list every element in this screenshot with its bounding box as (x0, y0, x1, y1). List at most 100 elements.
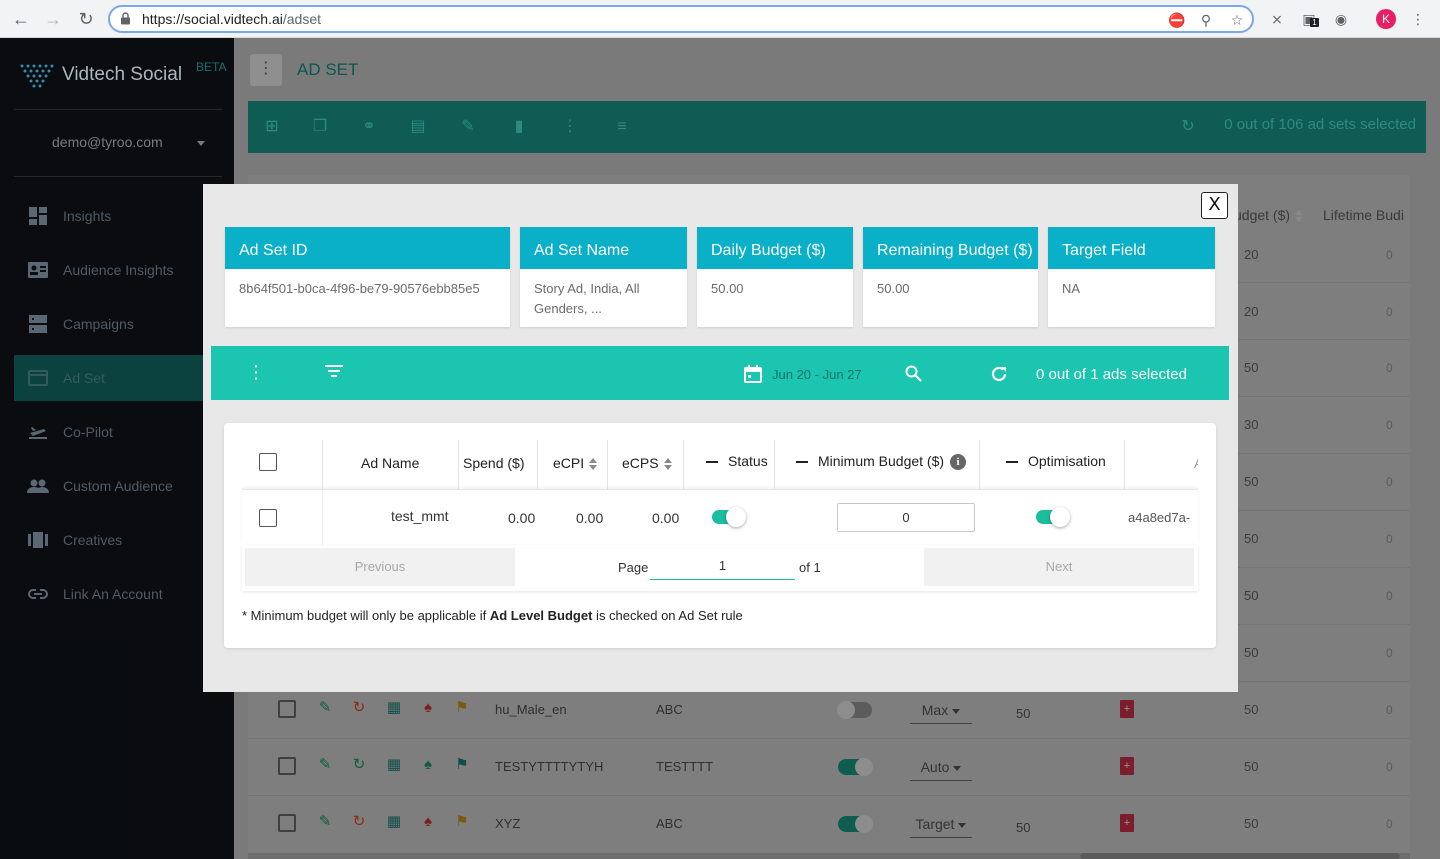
insights-icon[interactable]: ▦ (385, 756, 403, 774)
bid-strategy-select[interactable]: Max (910, 702, 972, 724)
info-card-daily-budget: Daily Budget ($) 50.00 (697, 227, 853, 327)
select-all-checkbox[interactable] (259, 453, 277, 471)
refresh-icon[interactable] (990, 365, 1008, 383)
info-icon[interactable]: i (950, 454, 967, 471)
column-header-ecps[interactable]: eCPS (622, 455, 672, 471)
bookmark-star-icon[interactable]: ☆ (1229, 12, 1245, 28)
sync-icon[interactable]: ↻ (350, 699, 368, 717)
sort-icon[interactable] (589, 458, 598, 471)
document-icon[interactable]: + (1120, 757, 1134, 775)
document-icon[interactable]: + (1120, 814, 1134, 832)
flag-icon[interactable]: ⚑ (453, 756, 471, 774)
row-checkbox[interactable] (278, 814, 296, 832)
sync-icon[interactable]: ↻ (350, 813, 368, 831)
status-toggle[interactable] (712, 507, 746, 527)
bell-icon[interactable]: ♠ (419, 756, 437, 774)
horizontal-scrollbar[interactable] (248, 853, 1410, 859)
reload-icon[interactable]: ↻ (76, 9, 96, 29)
close-button[interactable]: X (1201, 192, 1228, 219)
bell-icon[interactable]: ♠ (419, 699, 437, 717)
more-vert-icon[interactable]: ⋮ (559, 116, 581, 138)
column-divider (979, 440, 980, 490)
column-header-spend[interactable]: Spend ($) (463, 455, 524, 471)
edit-icon[interactable]: ✎ (316, 756, 334, 774)
copy-icon[interactable]: ❐ (309, 116, 331, 138)
column-header-ad-name[interactable]: Ad Name (361, 455, 419, 471)
sync-icon[interactable]: ↻ (350, 756, 368, 774)
column-header-lifetime-budget[interactable]: Lifetime Budi (1323, 207, 1410, 223)
optimisation-toggle[interactable] (1036, 507, 1070, 527)
zoom-icon[interactable]: ⚲ (1198, 12, 1214, 28)
card-heading: Ad Set ID (225, 227, 510, 269)
adset-name[interactable]: XYZ (495, 816, 520, 831)
row-checkbox[interactable] (259, 509, 277, 527)
document-icon[interactable]: + (1120, 700, 1134, 718)
edit-icon[interactable]: ✎ (316, 813, 334, 831)
status-toggle[interactable] (838, 758, 873, 776)
filter-list-icon[interactable] (325, 364, 343, 378)
adsets-selected-count: 0 out of 106 ad sets selected (1224, 116, 1416, 133)
extension-icon[interactable]: ⨯ (1268, 10, 1286, 28)
column-header-budget[interactable]: udget ($) (1234, 207, 1304, 223)
scrollbar-thumb[interactable] (1080, 853, 1400, 859)
info-card-remaining-budget: Remaining Budget ($) 50.00 (863, 227, 1038, 327)
search-icon[interactable] (905, 365, 922, 382)
calendar-icon[interactable] (744, 365, 762, 383)
flag-icon[interactable]: ⚑ (453, 813, 471, 831)
extension-circle-icon[interactable]: ◉ (1332, 10, 1350, 28)
minimum-budget-note: * Minimum budget will only be applicable… (242, 608, 743, 623)
adset-group: ABC (656, 702, 683, 717)
delete-icon[interactable]: ▮ (508, 116, 530, 138)
blocked-content-icon[interactable]: ⛔ (1168, 12, 1185, 28)
column-header-status[interactable]: Status (706, 453, 768, 469)
bell-icon[interactable]: ♠ (419, 813, 437, 831)
column-divider (607, 440, 608, 490)
profile-avatar[interactable]: K (1376, 9, 1396, 29)
row-checkbox[interactable] (278, 700, 296, 718)
adset-name[interactable]: hu_Male_en (495, 702, 567, 717)
flag-icon[interactable]: ⚑ (453, 699, 471, 717)
add-box-icon[interactable]: ⊞ (261, 116, 283, 138)
adset-name[interactable]: TESTYTTTTYTYH (495, 759, 603, 774)
bid-strategy-select[interactable]: Auto (910, 759, 972, 781)
more-vert-icon[interactable]: ⋮ (1409, 10, 1427, 28)
back-arrow-icon[interactable]: ← (11, 9, 31, 29)
filter-icon[interactable]: ≡ (611, 116, 633, 138)
extension-badge-icon[interactable]: ▣ 1 (1300, 10, 1319, 28)
edit-icon[interactable]: ✎ (316, 699, 334, 717)
minimum-budget-input[interactable]: 0 (837, 503, 975, 532)
page-number-input[interactable]: 1 (650, 552, 795, 580)
collapse-dash-icon[interactable] (706, 461, 718, 464)
refresh-icon[interactable]: ↻ (1177, 116, 1199, 138)
bid-strategy-select[interactable]: Target (910, 816, 972, 838)
previous-button[interactable]: Previous (245, 548, 515, 586)
ad-name[interactable]: test_mmt (391, 508, 449, 524)
insights-icon[interactable]: ▦ (385, 699, 403, 717)
edit-icon[interactable]: ✎ (457, 116, 479, 138)
status-toggle[interactable] (838, 815, 873, 833)
sort-icon[interactable] (663, 458, 672, 471)
info-card-ad-set-name: Ad Set Name Story Ad, India, All Genders… (520, 227, 687, 327)
next-button[interactable]: Next (924, 548, 1194, 586)
note-add-icon[interactable]: ▤ (407, 116, 429, 138)
row-checkbox[interactable] (278, 757, 296, 775)
link-icon[interactable]: ⚭ (358, 116, 380, 138)
forward-arrow-icon[interactable]: → (43, 9, 63, 29)
collapse-dash-icon[interactable] (796, 461, 808, 464)
table-row: test_mmt 0.00 0.00 0.00 0 a4a8ed7a- (242, 489, 1198, 546)
insights-icon[interactable]: ▦ (385, 813, 403, 831)
column-header-minimum-budget[interactable]: Minimum Budget ($) i (796, 453, 967, 471)
page-menu-button[interactable]: ⋮ (250, 54, 282, 86)
collapse-dash-icon[interactable] (1006, 461, 1018, 464)
column-header-ecpi[interactable]: eCPI (553, 455, 598, 471)
page-title: AD SET (297, 60, 359, 79)
ecps-value: 0.00 (652, 510, 680, 526)
address-bar[interactable]: https://social.vidtech.ai/adset ⛔ ⚲ ☆ (108, 5, 1254, 33)
more-vert-icon[interactable]: ⋮ (247, 362, 265, 383)
card-value: 8b64f501-b0ca-4f96-be79-90576ebb85e5 (239, 281, 480, 296)
column-header-ad-id[interactable]: A (1194, 455, 1198, 471)
status-toggle[interactable] (837, 701, 872, 719)
column-header-optimisation[interactable]: Optimisation (1006, 453, 1106, 469)
date-range[interactable]: Jun 20 - Jun 27 (772, 367, 862, 382)
card-value: 50.00 (711, 281, 744, 296)
